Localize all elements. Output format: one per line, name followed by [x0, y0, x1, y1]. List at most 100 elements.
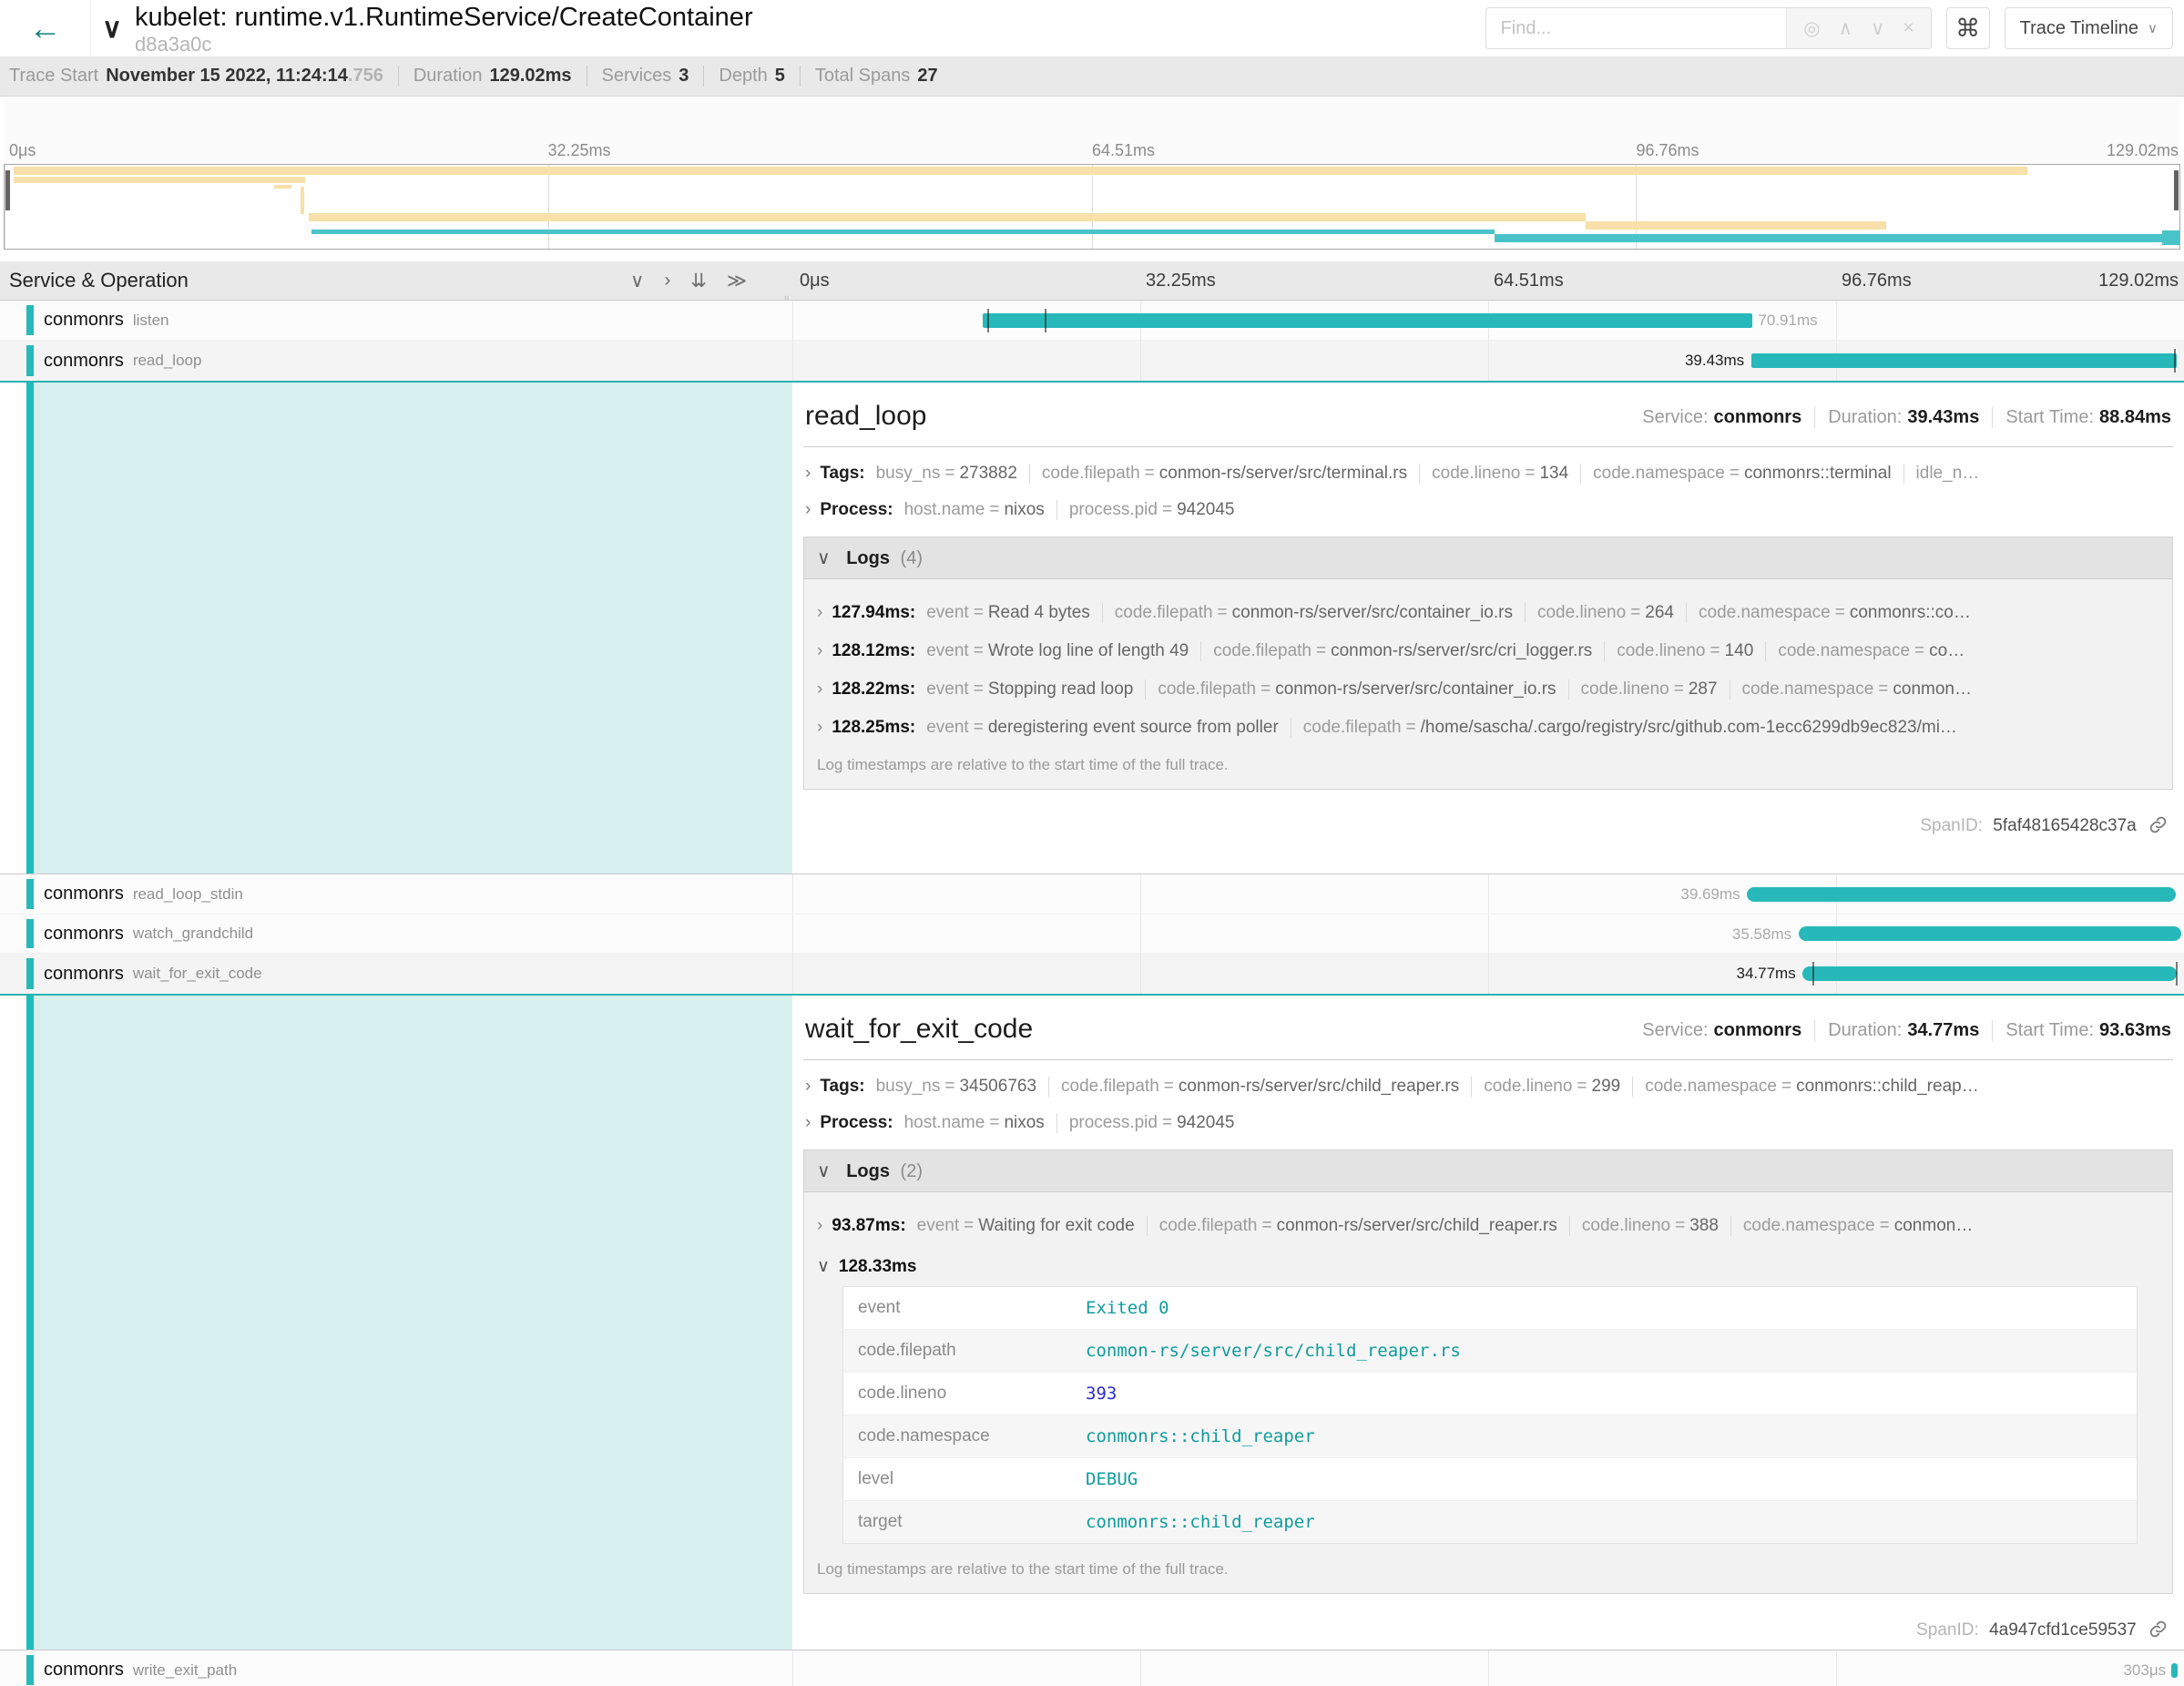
- process-section[interactable]: › Process: host.name=nixos process.pid=9…: [805, 1113, 2173, 1133]
- operation-name: listen: [133, 312, 169, 330]
- log-field-value: Waiting for exit code: [978, 1216, 1134, 1235]
- field-key: code.filepath: [858, 1341, 1086, 1361]
- equals-sign: =: [1145, 464, 1155, 483]
- service-name: conmonrs: [44, 310, 124, 331]
- copy-link-icon[interactable]: [2148, 815, 2168, 834]
- find-controls: ◎ ∧ ∨ ×: [1786, 8, 1930, 48]
- span-row-listen[interactable]: conmonrs listen 70.91ms: [0, 301, 2184, 341]
- process-value: nixos: [1004, 1113, 1044, 1132]
- span-bar-cell[interactable]: 303μs: [792, 1650, 2184, 1686]
- start-time-label: Start Time:: [2005, 407, 2094, 427]
- log-entry-expanded[interactable]: ∨ 128.33ms: [817, 1256, 2159, 1277]
- clear-search-icon[interactable]: ×: [1903, 17, 1914, 39]
- log-field-value: 264: [1645, 603, 1674, 622]
- timeline-column-header: Service & Operation ∨ › ⇊ ≫ ∥ 0μs 32.25m…: [0, 261, 2184, 301]
- expand-all-icon[interactable]: ≫: [727, 270, 747, 292]
- total-spans-value: 27: [917, 66, 937, 86]
- span-row-write-exit-path[interactable]: conmonrs write_exit_path 303μs: [0, 1650, 2184, 1686]
- expand-icon[interactable]: ›: [817, 680, 822, 700]
- span-name-cell[interactable]: conmonrs read_loop_stdin: [0, 874, 792, 914]
- timeline-tick: 96.76ms: [1836, 261, 1912, 301]
- tags-section[interactable]: › Tags: busy_ns=34506763 code.filepath=c…: [805, 1077, 2173, 1097]
- view-selector-label: Trace Timeline: [2020, 18, 2138, 39]
- expand-icon[interactable]: ›: [805, 1113, 811, 1133]
- copy-link-icon[interactable]: [2148, 1620, 2168, 1639]
- locate-icon[interactable]: ◎: [1803, 17, 1820, 40]
- expand-icon[interactable]: ›: [817, 603, 822, 623]
- collapse-all-icon[interactable]: ⇊: [690, 270, 707, 292]
- span-bar[interactable]: [1747, 887, 2176, 902]
- back-button[interactable]: ←: [0, 0, 91, 56]
- logs-header[interactable]: ∨ Logs (4): [804, 537, 2172, 579]
- log-timestamp: 128.33ms: [839, 1257, 917, 1277]
- keyboard-shortcuts-button[interactable]: ⌘: [1946, 7, 1990, 49]
- span-name-cell[interactable]: conmonrs watch_grandchild: [0, 915, 792, 953]
- span-bar-cell[interactable]: 39.69ms: [792, 874, 2184, 914]
- log-field-key: code.filepath: [1303, 718, 1402, 737]
- equals-sign: =: [1630, 603, 1640, 622]
- span-bar[interactable]: [1799, 926, 2181, 941]
- equals-sign: =: [974, 603, 984, 622]
- collapse-trace-chevron-icon[interactable]: ∨: [102, 13, 122, 45]
- detail-left-rail: [0, 996, 792, 1650]
- logs-header[interactable]: ∨ Logs (2): [804, 1150, 2172, 1192]
- timeline-minimap[interactable]: [4, 164, 2180, 250]
- log-entry[interactable]: › 93.87ms: event=Waiting for exit code c…: [817, 1216, 2159, 1236]
- span-bar[interactable]: [983, 313, 1752, 328]
- log-tick: [987, 309, 989, 332]
- collapse-one-icon[interactable]: ∨: [630, 270, 644, 292]
- operation-name: write_exit_path: [133, 1661, 237, 1680]
- expand-icon[interactable]: ›: [817, 1216, 822, 1236]
- ruler-tick: 32.25ms: [548, 141, 611, 160]
- span-bar[interactable]: [1802, 966, 2177, 981]
- span-name-cell[interactable]: conmonrs read_loop: [0, 341, 792, 381]
- start-time-value: 93.63ms: [2099, 1020, 2171, 1040]
- span-bar-cell[interactable]: 70.91ms: [792, 301, 2184, 340]
- header: ← ∨ kubelet: runtime.v1.RuntimeService/C…: [0, 0, 2184, 56]
- span-bar-cell[interactable]: 34.77ms: [792, 954, 2184, 994]
- trace-duration: Duration129.02ms: [398, 66, 572, 87]
- minimap-left-scrub-handle[interactable]: [5, 170, 10, 210]
- prev-result-icon[interactable]: ∧: [1839, 17, 1852, 40]
- find-input[interactable]: [1486, 8, 1787, 48]
- next-result-icon[interactable]: ∨: [1871, 17, 1884, 40]
- trace-view-selector[interactable]: Trace Timeline ∨: [2005, 7, 2173, 49]
- span-duration-label: 39.43ms: [1685, 341, 1744, 381]
- equals-sign: =: [1164, 1077, 1174, 1096]
- log-entry[interactable]: › 128.12ms: event=Wrote log line of leng…: [817, 641, 2159, 661]
- span-bar[interactable]: [1751, 353, 2178, 368]
- expand-icon[interactable]: ›: [817, 718, 822, 738]
- service-operation-header: Service & Operation ∨ › ⇊ ≫ ∥: [0, 261, 792, 300]
- collapse-icon[interactable]: ∨: [817, 1256, 830, 1277]
- process-section[interactable]: › Process: host.name=nixos process.pid=9…: [805, 500, 2173, 520]
- log-field-value: Read 4 bytes: [988, 603, 1090, 622]
- span-name-cell[interactable]: conmonrs listen: [0, 301, 792, 340]
- process-key: host.name: [904, 500, 985, 519]
- expand-one-icon[interactable]: ›: [664, 270, 670, 292]
- log-entry[interactable]: › 127.94ms: event=Read 4 bytes code.file…: [817, 603, 2159, 623]
- span-name-cell[interactable]: conmonrs wait_for_exit_code: [0, 954, 792, 994]
- span-bar-cell[interactable]: 35.58ms: [792, 915, 2184, 953]
- span-row-read-loop-stdin[interactable]: conmonrs read_loop_stdin 39.69ms: [0, 874, 2184, 915]
- header-toolbar: ◎ ∧ ∨ × ⌘ Trace Timeline ∨: [1485, 7, 2173, 49]
- equals-sign: =: [1710, 641, 1720, 660]
- span-row-wait-for-exit-code[interactable]: conmonrs wait_for_exit_code 34.77ms: [0, 954, 2184, 994]
- span-name-cell[interactable]: conmonrs write_exit_path: [0, 1650, 792, 1686]
- log-entry[interactable]: › 128.25ms: event=deregistering event so…: [817, 718, 2159, 738]
- span-bar-cell[interactable]: 39.43ms: [792, 341, 2184, 381]
- span-bar[interactable]: [2171, 1663, 2178, 1678]
- span-row-read-loop[interactable]: conmonrs read_loop 39.43ms: [0, 341, 2184, 381]
- expand-icon[interactable]: ›: [805, 1077, 811, 1097]
- field-value: DEBUG: [1086, 1469, 1138, 1489]
- log-entry[interactable]: › 128.22ms: event=Stopping read loop cod…: [817, 680, 2159, 700]
- minimap-right-scrub-handle[interactable]: [2174, 170, 2179, 210]
- expand-icon[interactable]: ›: [805, 500, 811, 520]
- span-detail-read-loop: read_loop Service:conmonrs Duration:39.4…: [0, 381, 2184, 874]
- expand-icon[interactable]: ›: [805, 464, 811, 484]
- expand-icon[interactable]: ›: [817, 641, 822, 661]
- log-field-value: conmonrs::co…: [1850, 603, 1971, 622]
- tags-section[interactable]: › Tags: busy_ns=273882 code.filepath=con…: [805, 464, 2173, 484]
- field-value: conmonrs::child_reaper: [1086, 1426, 1315, 1446]
- page-title: kubelet: runtime.v1.RuntimeService/Creat…: [135, 2, 753, 33]
- span-row-watch-grandchild[interactable]: conmonrs watch_grandchild 35.58ms: [0, 915, 2184, 954]
